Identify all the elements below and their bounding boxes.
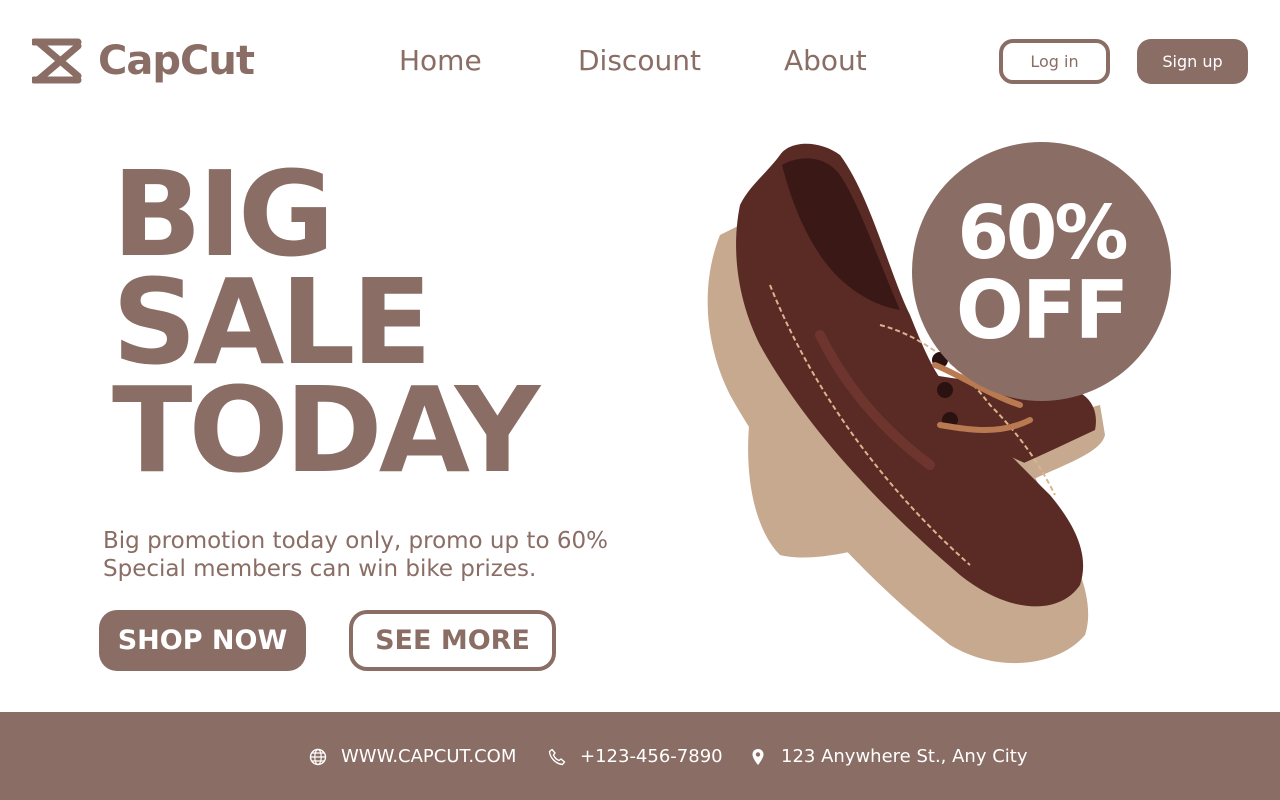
promo-line-2: Special members can win bike prizes. <box>103 556 537 582</box>
phone-icon <box>548 748 566 765</box>
footer-address[interactable]: 123 Anywhere St., Any City <box>749 746 1027 767</box>
login-button[interactable]: Log in <box>999 39 1110 84</box>
address-text: 123 Anywhere St., Any City <box>781 746 1028 767</box>
discount-badge: 60% OFF <box>912 142 1171 401</box>
nav-about-link[interactable]: About <box>784 44 867 77</box>
brand-logo[interactable]: CapCut <box>32 38 255 84</box>
hero-headline: BIG SALE TODAY <box>112 145 540 499</box>
footer-contact-bar: WWW.CAPCUT.COM +123-456-7890 123 Anywher… <box>0 712 1280 800</box>
footer-phone[interactable]: +123-456-7890 <box>548 746 723 767</box>
brand-name: CapCut <box>98 38 255 84</box>
phone-text: +123-456-7890 <box>580 746 723 767</box>
capcut-logo-icon <box>32 38 82 84</box>
headline-line-3: TODAY <box>112 361 540 499</box>
footer-website[interactable]: WWW.CAPCUT.COM <box>309 746 516 767</box>
website-text: WWW.CAPCUT.COM <box>341 746 517 767</box>
badge-percent: 60% <box>957 189 1128 276</box>
location-pin-icon <box>752 748 764 765</box>
nav-home-link[interactable]: Home <box>399 44 482 77</box>
badge-off-label: OFF <box>955 263 1129 357</box>
see-more-button[interactable]: SEE MORE <box>349 610 556 671</box>
headline-line-2: SALE <box>112 253 432 391</box>
shop-now-button[interactable]: SHOP NOW <box>99 610 306 671</box>
globe-icon <box>309 748 327 765</box>
promo-line-1: Big promotion today only, promo up to 60… <box>103 528 608 554</box>
headline-line-1: BIG <box>112 145 335 283</box>
promo-text: Big promotion today only, promo up to 60… <box>103 527 608 583</box>
signup-button[interactable]: Sign up <box>1137 39 1248 84</box>
nav-discount-link[interactable]: Discount <box>578 44 701 77</box>
